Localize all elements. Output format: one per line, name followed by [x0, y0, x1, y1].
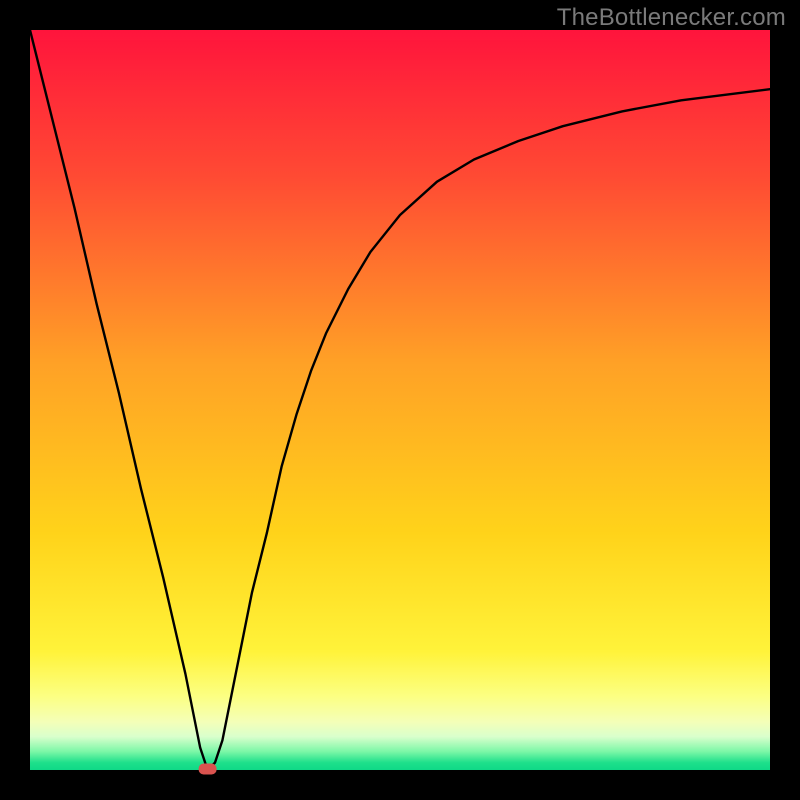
chart-background: [30, 30, 770, 770]
minimum-marker: [199, 764, 217, 775]
watermark-text: TheBottlenecker.com: [557, 4, 786, 32]
bottleneck-chart: [0, 0, 800, 800]
chart-stage: TheBottlenecker.com: [0, 0, 800, 800]
